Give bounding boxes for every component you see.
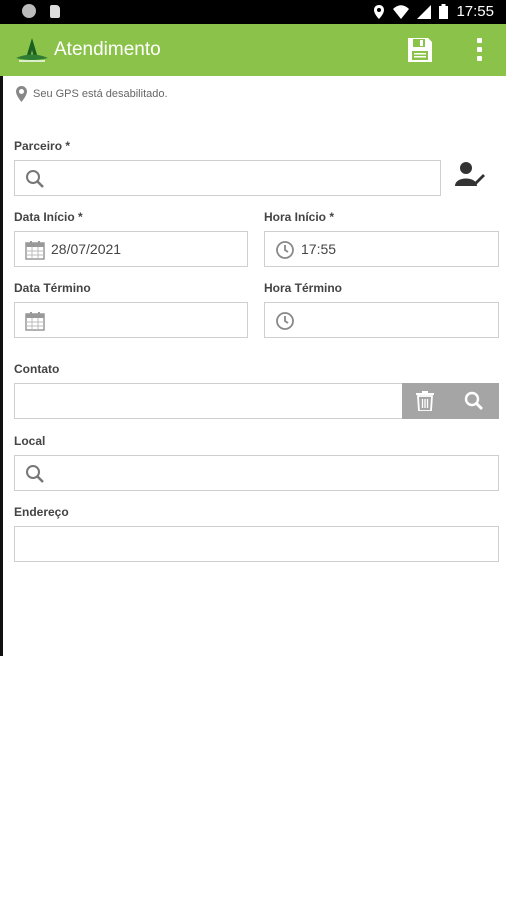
data-termino-field[interactable] <box>14 302 248 338</box>
battery-icon <box>439 4 449 19</box>
status-time: 17:55 <box>456 3 494 20</box>
data-termino-label: Data Término <box>14 281 91 295</box>
data-inicio-label: Data Início * <box>14 210 83 224</box>
clock-icon <box>276 312 294 330</box>
clear-contato-button[interactable] <box>402 383 450 419</box>
location-icon <box>374 4 385 19</box>
page-title: Atendimento <box>54 39 161 60</box>
parceiro-field[interactable] <box>14 160 441 196</box>
parceiro-label: Parceiro * <box>14 139 71 153</box>
search-icon <box>464 391 484 411</box>
search-contato-button[interactable] <box>450 383 499 419</box>
add-partner-icon[interactable] <box>455 160 485 188</box>
app-bar: Atendimento <box>0 24 506 76</box>
endereco-field[interactable] <box>14 526 499 562</box>
contato-label: Contato <box>14 362 60 376</box>
hora-inicio-label: Hora Início * <box>264 210 335 224</box>
search-icon <box>26 465 44 483</box>
app-logo-icon <box>16 38 48 62</box>
status-bar: 17:55 <box>0 0 506 24</box>
gps-message: Seu GPS está desabilitado. <box>33 88 168 100</box>
hora-termino-label: Hora Término <box>264 281 343 295</box>
location-pin-icon <box>16 86 27 102</box>
endereco-label: Endereço <box>14 505 69 519</box>
calendar-icon <box>25 241 45 260</box>
data-inicio-field[interactable]: 28/07/2021 <box>14 231 248 267</box>
hora-inicio-value: 17:55 <box>301 241 337 257</box>
data-inicio-value: 28/07/2021 <box>51 241 122 257</box>
signal-icon <box>417 4 432 19</box>
notification-icon <box>22 4 36 18</box>
gps-warning: Seu GPS está desabilitado. <box>16 86 168 102</box>
hora-termino-field[interactable] <box>264 302 499 338</box>
hora-inicio-field[interactable]: 17:55 <box>264 231 499 267</box>
sd-card-icon <box>50 4 60 18</box>
clock-icon <box>276 241 294 259</box>
wifi-icon <box>393 4 410 19</box>
search-icon <box>26 170 44 188</box>
local-field[interactable] <box>14 455 499 491</box>
left-edge <box>0 76 3 656</box>
calendar-icon <box>25 312 45 331</box>
trash-icon <box>416 391 434 411</box>
save-icon[interactable] <box>406 36 434 64</box>
more-options-icon[interactable] <box>472 38 486 64</box>
local-label: Local <box>14 434 46 448</box>
contato-field[interactable] <box>14 383 404 419</box>
